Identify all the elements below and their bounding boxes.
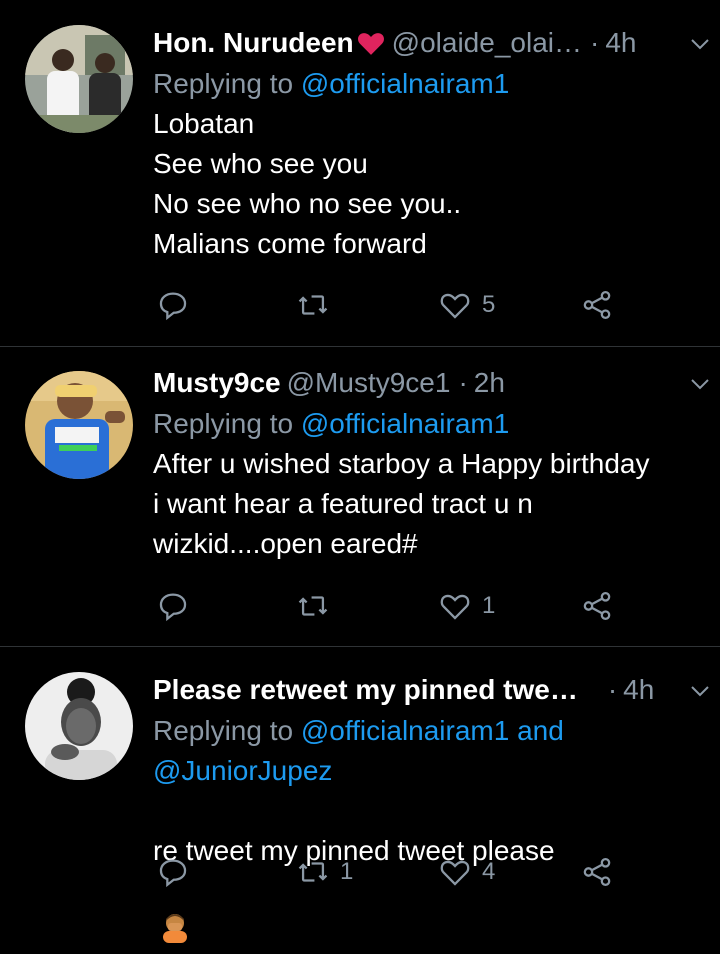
heart-outline-icon (440, 860, 470, 886)
retweet-button[interactable] (296, 285, 340, 325)
mention-link[interactable]: @officialnairam1 (301, 68, 509, 99)
tweet-text: Lobatan See who see you No see who no se… (153, 108, 462, 259)
replying-prefix: Replying to (153, 68, 294, 99)
retweet-button[interactable] (296, 586, 340, 626)
separator-dot: · (607, 674, 618, 705)
share-button[interactable] (580, 586, 614, 626)
share-button[interactable] (580, 285, 614, 325)
user-handle[interactable]: @olaide_olai… (392, 27, 582, 59)
avatar-photo-two-men (25, 25, 133, 133)
retweet-button[interactable]: 1 (296, 852, 353, 892)
tweet-header: Please retweet my pinned twe… · 4h (153, 669, 700, 711)
mention-link[interactable]: @officialnairam1 (301, 715, 509, 746)
heart-outline-icon (440, 293, 470, 319)
retweet-icon (298, 295, 328, 315)
user-handle[interactable]: @Musty9ce1 (287, 367, 451, 399)
separator-dot: · (458, 367, 468, 398)
like-button[interactable]: 1 (438, 586, 495, 626)
reply-button[interactable] (156, 285, 200, 325)
separator-dot: · (589, 27, 600, 58)
tweet-3[interactable]: Please retweet my pinned twe… · 4h Reply… (0, 647, 720, 943)
display-name[interactable]: Musty9ce (153, 367, 281, 399)
avatar[interactable] (25, 672, 133, 780)
avatar-photo-man-blue-shirt (25, 371, 133, 479)
reply-button[interactable] (156, 586, 200, 626)
tweet-actions: 1 (153, 586, 623, 626)
tweet-header: Musty9ce @Musty9ce1 · 2h (153, 362, 700, 404)
heart-emoji (356, 28, 386, 58)
replying-to: Replying to @officialnairam1 (153, 64, 700, 104)
like-button[interactable]: 5 (438, 285, 495, 325)
chevron-down-icon[interactable] (688, 32, 712, 56)
mention-link[interactable]: @officialnairam1 (301, 408, 509, 439)
reply-icon (159, 292, 187, 321)
mention-joiner: and (517, 715, 564, 746)
replying-to: Replying to @officialnairam1 (153, 404, 700, 444)
tweet-actions: 5 (153, 285, 623, 325)
tweet-1[interactable]: Hon. Nurudeen @olaide_olai… · 4h Replyin… (0, 0, 720, 347)
timestamp[interactable]: 2h (474, 367, 505, 399)
chevron-down-icon[interactable] (688, 372, 712, 396)
retweet-icon (298, 862, 328, 882)
like-count: 1 (482, 592, 496, 619)
tweet-2[interactable]: Musty9ce @Musty9ce1 · 2h Replying to @of… (0, 347, 720, 647)
share-button[interactable] (580, 852, 614, 892)
like-count: 5 (482, 291, 496, 318)
replying-prefix: Replying to (153, 408, 294, 439)
like-button[interactable]: 4 (438, 852, 495, 892)
retweet-icon (298, 596, 328, 616)
share-icon (583, 591, 611, 621)
display-name[interactable]: Hon. Nurudeen (153, 27, 354, 59)
avatar[interactable] (25, 25, 133, 133)
mention-link[interactable]: @JuniorJupez (153, 755, 332, 786)
reply-icon (159, 859, 187, 888)
replying-prefix: Replying to (153, 715, 294, 746)
tweet-text: After u wished starboy a Happy birthday … (153, 448, 650, 559)
share-icon (583, 290, 611, 320)
timestamp[interactable]: 4h (623, 674, 654, 706)
replying-to: Replying to @officialnairam1 and @Junior… (153, 711, 700, 791)
share-icon (583, 857, 611, 887)
heart-outline-icon (440, 594, 470, 620)
retweet-count: 1 (340, 858, 354, 885)
reply-button[interactable] (156, 852, 200, 892)
timestamp[interactable]: 4h (605, 27, 636, 59)
tweet-actions: 1 4 (153, 852, 623, 892)
display-name[interactable]: Please retweet my pinned twe… (153, 674, 578, 706)
avatar-photo-woman-bw (25, 672, 133, 780)
tweet-header: Hon. Nurudeen @olaide_olai… · 4h (153, 22, 700, 64)
like-count: 4 (482, 858, 496, 885)
chevron-down-icon[interactable] (688, 679, 712, 703)
avatar[interactable] (25, 371, 133, 479)
reply-icon (159, 593, 187, 622)
